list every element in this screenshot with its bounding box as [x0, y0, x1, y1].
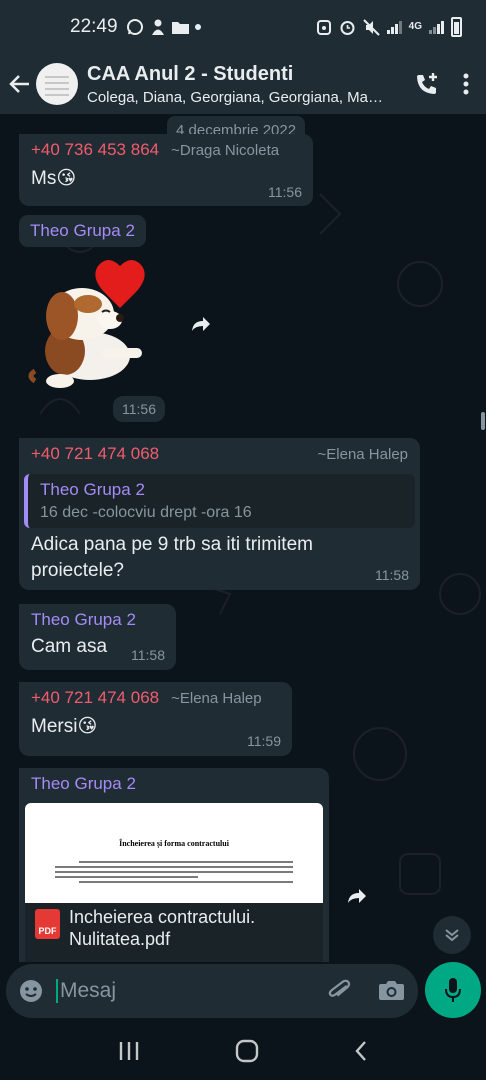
group-avatar[interactable] — [36, 63, 78, 105]
attach-icon[interactable] — [326, 977, 354, 1005]
group-members: Colega, Diana, Georgiana, Georgiana, Mar… — [87, 88, 387, 106]
group-title: CAA Anul 2 - Studenti — [87, 62, 294, 85]
status-bar: 22:49 4G — [0, 0, 486, 54]
message-bubble[interactable]: +40 721 474 068 ~Elena Halep Mersi😘 11:5… — [19, 682, 292, 756]
document-file[interactable]: PDF Incheierea contractului. Nulitatea.p… — [25, 903, 323, 962]
mute-icon — [362, 18, 380, 36]
message-sender[interactable]: +40 721 474 068 — [31, 688, 159, 708]
forward-button[interactable] — [183, 306, 219, 342]
message-sender[interactable]: Theo Grupa 2 — [25, 774, 323, 794]
dot-icon — [194, 24, 201, 30]
scroll-down-button[interactable] — [433, 916, 471, 954]
message-alias: ~Draga Nicoleta — [171, 142, 280, 159]
document-preview[interactable]: Încheierea și forma contractului — [25, 803, 323, 903]
message-bubble[interactable]: Theo Grupa 2 Încheierea și forma contrac… — [19, 768, 329, 962]
battery-icon — [451, 17, 462, 37]
more-vert-icon[interactable] — [462, 73, 470, 95]
back-button[interactable] — [2, 64, 38, 104]
chat-area[interactable]: 4 decembrie 2022 +40 736 453 864 ~Draga … — [0, 114, 486, 962]
signal-icon — [429, 20, 444, 34]
whatsapp-icon — [126, 19, 143, 35]
add-call-icon[interactable] — [414, 71, 440, 97]
message-text: Mersi😘 — [31, 716, 98, 737]
quoted-text: 16 dec -colocviu drept -ora 16 — [40, 504, 252, 521]
group-info[interactable]: CAA Anul 2 - Studenti Colega, Diana, Geo… — [87, 63, 387, 106]
alarm-icon — [316, 20, 331, 35]
system-nav-bar — [0, 1022, 486, 1080]
document-preview-title: Încheierea și forma contractului — [119, 839, 229, 848]
camera-icon[interactable] — [378, 978, 405, 1002]
mic-icon — [445, 978, 461, 1002]
message-time: 11:58 — [131, 647, 165, 663]
forward-icon — [192, 317, 210, 331]
alarm-clock-icon — [340, 20, 355, 35]
message-text: Adica pana pe 9 trb sa iti trimitem proi… — [31, 534, 313, 581]
back-arrow-icon — [9, 75, 29, 93]
recent-apps-icon[interactable] — [118, 1041, 140, 1061]
emoji-icon[interactable] — [18, 978, 44, 1004]
home-icon[interactable] — [235, 1039, 259, 1063]
message-time: 11:56 — [268, 184, 302, 200]
quoted-message[interactable]: Theo Grupa 2 16 dec -colocviu drept -ora… — [24, 474, 415, 528]
message-sender[interactable]: +40 721 474 068 — [31, 444, 159, 464]
message-bubble[interactable]: +40 736 453 864 ~Draga Nicoleta Ms😘 11:5… — [19, 134, 313, 206]
message-bubble[interactable]: Theo Grupa 2 Cam asa 11:58 — [19, 604, 176, 670]
message-sender[interactable]: Theo Grupa 2 — [31, 610, 164, 630]
message-time: 11:56 — [113, 396, 165, 422]
input-bar — [0, 962, 486, 1022]
network-type: 4G — [408, 21, 422, 32]
back-icon[interactable] — [354, 1040, 368, 1062]
document-name: Incheierea contractului. Nulitatea.pdf — [69, 907, 256, 949]
message-composer — [6, 964, 418, 1018]
message-time: 11:58 — [375, 567, 409, 583]
folder-icon — [171, 22, 189, 34]
message-alias: ~Elena Halep — [171, 690, 262, 707]
person-icon — [151, 19, 164, 35]
forward-button[interactable] — [339, 878, 375, 914]
chat-header: CAA Anul 2 - Studenti Colega, Diana, Geo… — [0, 54, 486, 114]
quoted-sender: Theo Grupa 2 — [40, 480, 145, 499]
message-alias: ~Elena Halep — [317, 446, 408, 463]
status-time: 22:49 — [70, 16, 118, 37]
message-time: 11:59 — [247, 733, 281, 749]
wifi-signal-icon — [386, 20, 402, 34]
double-chevron-down-icon — [445, 929, 459, 942]
forward-icon — [348, 889, 366, 903]
message-input[interactable] — [56, 979, 306, 1003]
message-text: Ms😘 — [31, 168, 77, 189]
scrollbar[interactable] — [481, 412, 485, 430]
pdf-icon: PDF — [35, 909, 60, 939]
message-sender[interactable]: +40 736 453 864 — [31, 140, 159, 160]
message-bubble[interactable]: +40 721 474 068 ~Elena Halep Theo Grupa … — [19, 438, 420, 590]
puppy-heart-sticker[interactable] — [20, 256, 150, 396]
voice-record-button[interactable] — [425, 962, 481, 1018]
message-sender[interactable]: Theo Grupa 2 — [19, 215, 146, 247]
